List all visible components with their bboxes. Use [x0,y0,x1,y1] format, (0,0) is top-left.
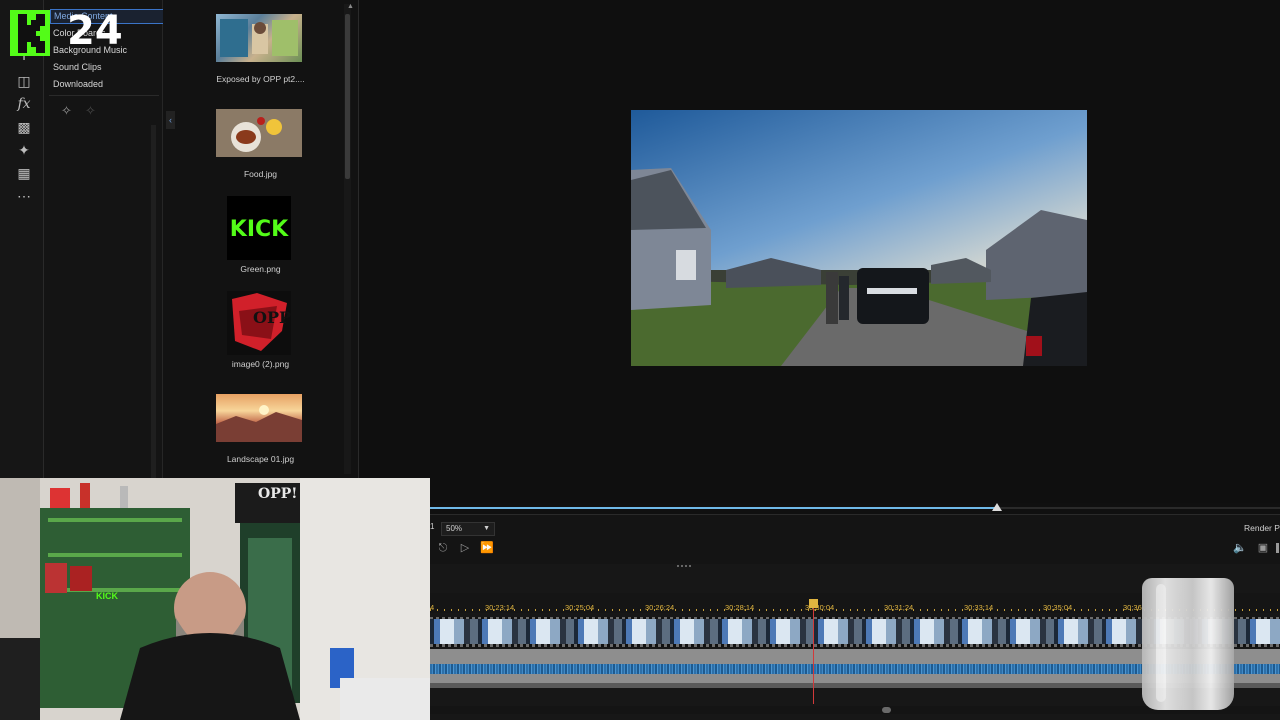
glass-highlight [1156,584,1166,702]
title-icon[interactable]: ▦ [13,164,35,182]
render-preview-button[interactable]: Render Pr [1244,523,1280,533]
playhead-marker[interactable] [809,599,818,608]
preview-progress-bar[interactable] [430,507,997,509]
library-thumb-green[interactable]: KICK [227,196,291,260]
category-scrollbar[interactable] [151,125,156,478]
more-controls-icon[interactable] [1276,543,1279,553]
library-thumb-image0[interactable]: OPP! [227,291,291,355]
timecode-fragment: 1 [430,522,435,531]
category-divider [49,95,159,96]
kick-text: KICK [229,217,289,242]
library-label: Green.png [240,264,281,274]
timeline-resize-handle[interactable] [677,565,691,567]
zoom-select[interactable]: 50% ▼ [441,522,495,536]
library-thumb-landscape[interactable] [216,394,302,442]
left-icon-rail: T ◫ fx ▩ ✦ ▦ ⋯ [0,0,44,478]
library-label: Exposed by OPP pt2.... [216,74,305,84]
library-label: Food.jpg [243,169,278,179]
video-preview [631,110,1087,366]
more-icon[interactable]: ⋯ [13,187,35,205]
glass-overlay [1142,578,1234,710]
preview-progress-remaining[interactable] [997,507,1280,509]
webcam-overlay: KICK OPP! [0,478,430,720]
library-thumb-food[interactable] [216,109,302,157]
transition-icon[interactable]: ◫ [13,72,35,90]
snapshot-icon[interactable]: ▣ [1256,541,1270,555]
playback-controls [430,514,1280,565]
webcam-opp-sign: OPP! [258,486,298,502]
media-library: Exposed by OPP pt2.... Food.jpg KICK Gre… [163,0,359,478]
scroll-knob[interactable] [345,14,350,179]
library-scrollbar[interactable] [344,4,351,474]
particle-icon[interactable]: ✦ [13,141,35,159]
category-downloaded[interactable]: Downloaded [53,79,103,89]
library-thumb-exposed[interactable] [216,14,302,62]
scroll-up-icon[interactable]: ▲ [347,3,354,10]
remove-tag-icon[interactable]: ✧ [85,103,96,119]
volume-icon[interactable]: 🔈 [1233,541,1247,555]
overlay-icon[interactable]: ▩ [13,118,35,136]
stream-counter: 24 [67,8,123,54]
add-tag-icon[interactable]: ✧ [61,103,72,119]
scroll-knob[interactable] [882,707,891,713]
chevron-down-icon: ▼ [483,525,490,532]
library-label: image0 (2).png [231,359,290,369]
timeline-playhead[interactable] [813,600,814,704]
category-panel: Media Content Color Boards Background Mu… [44,0,190,478]
preview-scrub-handle[interactable] [992,503,1002,511]
collapse-panel-icon[interactable]: ‹ [166,111,175,129]
opp-text: OPP! [253,308,291,327]
zoom-value: 50% [446,524,463,533]
mark-in-icon[interactable]: ⎋ [436,541,450,555]
library-label: Landscape 01.jpg [226,454,295,464]
kick-logo: 24 [10,8,123,56]
next-frame-icon[interactable]: ▷ [458,541,472,555]
category-sound-clips[interactable]: Sound Clips [53,62,102,72]
fast-forward-icon[interactable]: ⏩ [480,541,494,555]
fx-icon[interactable]: fx [13,95,35,113]
webcam-kick-sign: KICK [96,591,118,601]
